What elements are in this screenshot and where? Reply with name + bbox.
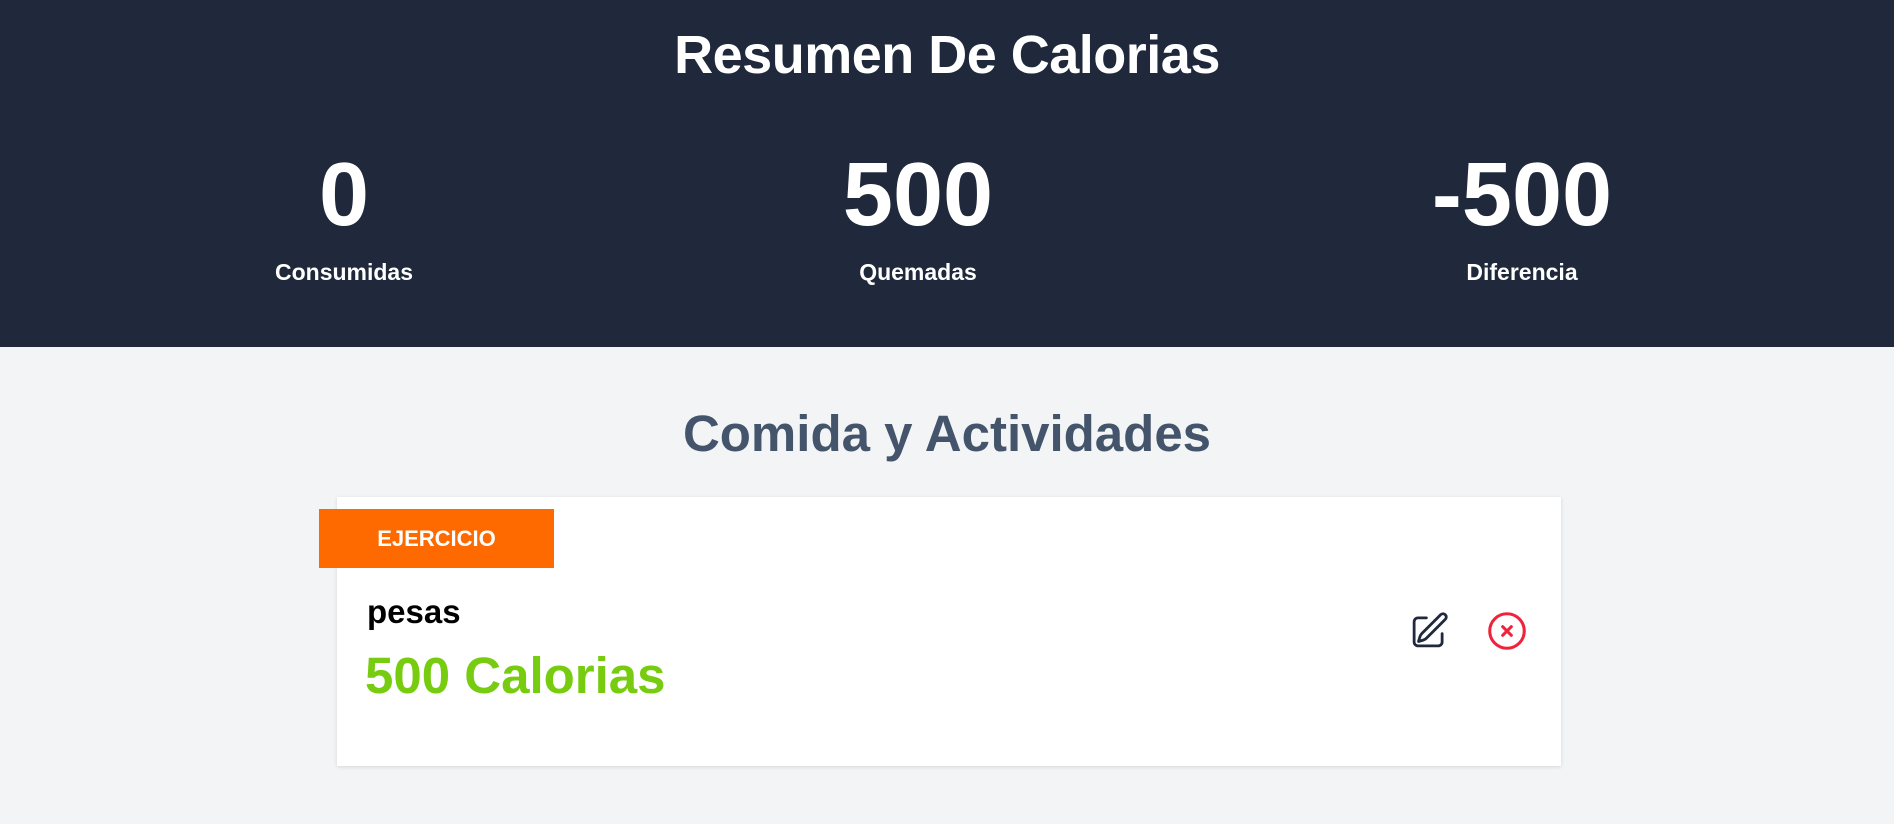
stat-difference: -500 Diferencia	[1312, 145, 1732, 286]
category-badge: EJERCICIO	[319, 509, 554, 568]
activity-name: pesas	[367, 593, 461, 630]
stat-burned-value: 500	[842, 145, 994, 245]
stat-difference-label: Diferencia	[1466, 259, 1578, 285]
calorie-summary: Resumen De Calorias 0 Consumidas 500 Que…	[0, 0, 1894, 347]
stat-burned-label: Quemadas	[859, 259, 977, 285]
activity-calories: 500 Calorias	[365, 647, 666, 704]
stat-burned: 500 Quemadas	[708, 145, 1128, 286]
pencil-square-icon	[1412, 612, 1448, 648]
activities-title: Comida y Actividades	[682, 405, 1212, 462]
x-circle-icon	[1488, 612, 1526, 650]
delete-activity-button[interactable]	[1483, 607, 1531, 655]
stat-consumed-label: Consumidas	[274, 259, 414, 285]
summary-title: Resumen De Calorias	[674, 25, 1220, 85]
stat-consumed: 0 Consumidas	[134, 145, 554, 286]
edit-activity-button[interactable]	[1405, 607, 1453, 655]
stat-difference-value: -500	[1431, 145, 1613, 245]
stat-consumed-value: 0	[318, 145, 370, 245]
